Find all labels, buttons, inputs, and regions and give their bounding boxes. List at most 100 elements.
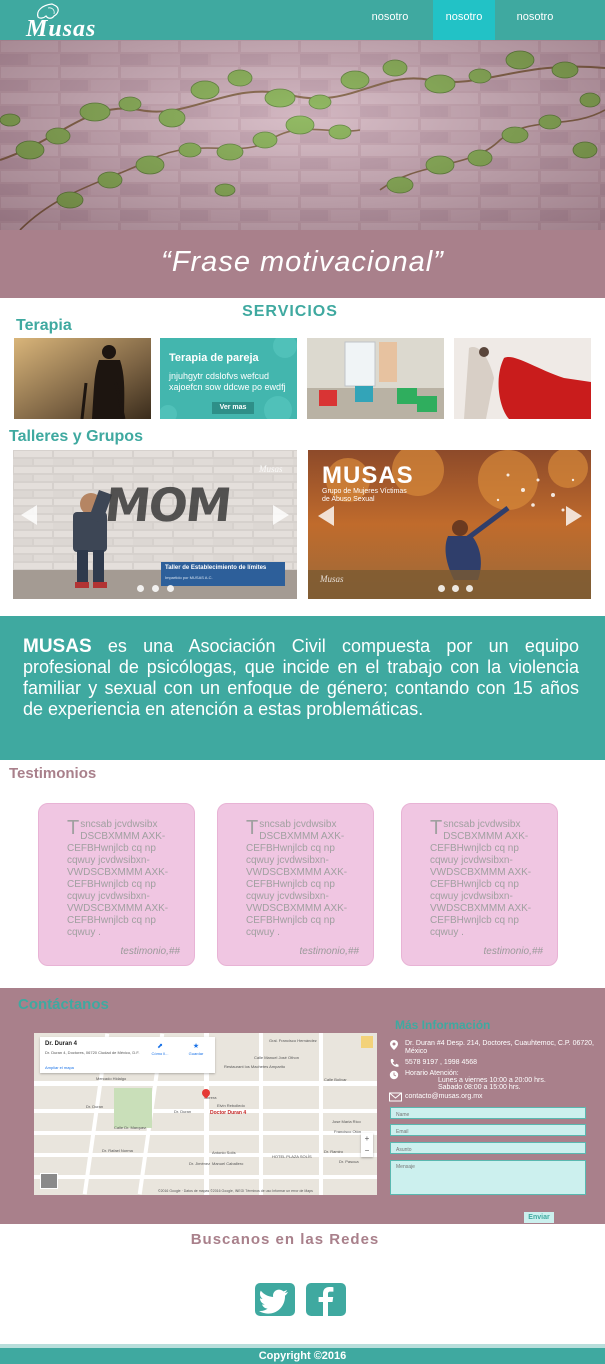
red-chair-image — [454, 338, 591, 419]
info-email[interactable]: contacto@musas.org.mx — [405, 1093, 483, 1101]
therapy-card-pareja[interactable]: Terapia de pareja jnjuhgytr cdslofvs wef… — [160, 338, 297, 419]
hero-image — [0, 40, 605, 230]
testimonial-signature: testimonio,## — [120, 946, 180, 957]
slider-2-dot-1[interactable] — [438, 585, 445, 592]
directions-icon: ⬈ — [157, 1043, 163, 1050]
testimonial-initial: T — [67, 817, 80, 839]
social-title: Buscanos en las Redes — [190, 1231, 380, 1248]
slider-2-prev-arrow[interactable] — [318, 506, 334, 526]
slider-2-dot-2[interactable] — [452, 585, 459, 592]
nav-item-2-active[interactable]: nosotro — [433, 0, 495, 40]
slider-1-dot-1[interactable] — [137, 585, 144, 592]
map-street-label: Antonio Solís — [212, 1150, 236, 1155]
taller-slider-1[interactable]: MOM Musas Taller de Establecimiento de l… — [13, 450, 297, 599]
map-footer: ©2016 Google · Datos de mapas ©2016 Goog… — [158, 1189, 313, 1193]
map-directions-button[interactable]: ⬈ Cómo ll... — [147, 1043, 173, 1056]
subject-input[interactable] — [390, 1142, 586, 1154]
therapy-photo-4[interactable] — [454, 338, 591, 419]
map-street-label: Francisco Otón — [334, 1129, 362, 1134]
twitter-icon — [259, 1289, 288, 1314]
slider-1-prev-arrow[interactable] — [21, 505, 37, 525]
musas-logo[interactable]: Musas — [22, 2, 112, 42]
testimonial-signature: testimonio,## — [483, 946, 543, 957]
map-directions-label: Cómo ll... — [151, 1051, 169, 1056]
testimonial-card-3: Tsncsab jcvdwsibx DSCBXMMM AXK-CEFBHwnjl… — [401, 803, 558, 966]
testimonial-body: Tsncsab jcvdwsibx DSCBXMMM AXK-CEFBHwnjl… — [430, 817, 544, 939]
twitter-button[interactable] — [255, 1283, 295, 1316]
mom-graffiti: MOM — [102, 478, 233, 532]
google-map[interactable]: Gral. Francisco Hernández Calle Manuel J… — [34, 1033, 377, 1195]
map-zoom-control[interactable]: + − — [361, 1133, 373, 1157]
logo-text: Musas — [26, 16, 97, 42]
slider-1-next-arrow[interactable] — [273, 505, 289, 525]
services-title: SERVICIOS — [242, 303, 338, 320]
map-marker-label: Doctor Duran 4 — [210, 1110, 247, 1116]
facebook-button[interactable] — [306, 1283, 346, 1316]
map-street-label: Gral. Francisco Hernández — [269, 1038, 317, 1043]
map-street-label: Jose Maria Rico — [332, 1119, 361, 1124]
map-street-label: Dr. Pascua — [339, 1159, 359, 1164]
clock-icon — [389, 1070, 399, 1080]
talleres-label: Talleres y Grupos — [9, 428, 143, 445]
testimonial-initial: T — [430, 817, 443, 839]
slide-2-title: MUSAS — [322, 462, 414, 489]
therapy-photo-3[interactable] — [307, 338, 444, 419]
about-brand: MUSAS — [23, 636, 92, 657]
map-enlarge-link[interactable]: Ampliar el mapa — [45, 1065, 74, 1070]
testimonial-card-1: Tsncsab jcvdwsibx DSCBXMMM AXK-CEFBHwnjl… — [38, 803, 195, 966]
slider-1-dot-3[interactable] — [167, 585, 174, 592]
info-address: Dr. Duran #4 Desp. 214, Doctores, Cuauht… — [405, 1040, 594, 1055]
hero-vignette — [0, 40, 605, 230]
envelope-icon — [389, 1092, 402, 1102]
map-satellite-toggle[interactable] — [40, 1173, 58, 1189]
person-silhouette-image — [14, 338, 151, 419]
map-place-address: Dr. Duran 4, Doctores, 06720 Ciudad de M… — [45, 1050, 140, 1055]
map-save-button[interactable]: ★ Guardar — [183, 1043, 209, 1056]
map-street-label: Mercado Hidalgo — [96, 1076, 127, 1081]
map-park — [114, 1088, 152, 1128]
page: Musas nosotro nosotro nosotro “Frase mot… — [0, 0, 605, 1364]
map-street-label: Calle Dr. Marquez — [114, 1125, 147, 1130]
ver-mas-button[interactable]: Ver mas — [212, 402, 254, 414]
map-street-label: Dr. Jiménez — [189, 1161, 211, 1166]
testimonial-text: sncsab jcvdwsibx DSCBXMMM AXK-CEFBHwnjlc… — [246, 819, 348, 938]
about-section: MUSAS es una Asociación Civil compuesta … — [0, 616, 605, 760]
testimonial-text: sncsab jcvdwsibx DSCBXMMM AXK-CEFBHwnjlc… — [67, 819, 169, 938]
location-pin-icon — [390, 1040, 398, 1050]
info-title: Más Información — [395, 1018, 491, 1032]
message-textarea[interactable] — [390, 1160, 586, 1195]
taller-slider-2[interactable]: MUSAS Grupo de Mujeres Víctimas de Abuso… — [308, 450, 591, 599]
map-street-label: Dr. Duran — [174, 1109, 192, 1114]
therapy-photo-1[interactable] — [14, 338, 151, 419]
nav-item-3[interactable]: nosotro — [504, 0, 566, 40]
map-street-label: Restaurant los Machetes Amparito — [224, 1064, 286, 1069]
zoom-out-button[interactable]: − — [361, 1145, 373, 1157]
copyright-text: Copyright ©2016 — [258, 1350, 347, 1362]
slider-1-dot-2[interactable] — [152, 585, 159, 592]
map-place-name: Dr. Duran 4 — [45, 1041, 78, 1047]
map-save-label: Guardar — [188, 1051, 204, 1056]
terapia-label: Terapia — [16, 317, 72, 334]
map-street-label: Manuel Caballero — [212, 1161, 244, 1166]
about-description: es una Asociación Civil compuesta por un… — [23, 636, 579, 719]
phone-icon — [390, 1059, 399, 1067]
slider-2-next-arrow[interactable] — [566, 506, 582, 526]
send-button[interactable]: Enviar — [524, 1212, 554, 1223]
info-hours-saturday: Sabado 08:00 a 15:00 hrs. — [438, 1084, 521, 1091]
map-street-label: Dr. Rafael Norma — [102, 1148, 133, 1153]
contact-section: Contáctanos Gral. Francisco Hernández Ca… — [0, 988, 605, 1224]
testimonios-title: Testimonios — [9, 765, 97, 782]
therapy-room-image — [307, 338, 444, 419]
map-avatar-thumbnail — [361, 1036, 373, 1048]
nav-item-1[interactable]: nosotro — [360, 0, 420, 40]
map-street-label: HOTEL PLAZA SOLÍS — [272, 1154, 312, 1159]
about-text: MUSAS es una Asociación Civil compuesta … — [23, 636, 579, 720]
email-input[interactable] — [390, 1124, 586, 1136]
name-input[interactable] — [390, 1107, 586, 1119]
facebook-icon — [318, 1287, 334, 1316]
zoom-in-button[interactable]: + — [361, 1133, 373, 1145]
slider-2-dot-3[interactable] — [466, 585, 473, 592]
testimonial-card-2: Tsncsab jcvdwsibx DSCBXMMM AXK-CEFBHwnjl… — [217, 803, 374, 966]
testimonial-initial: T — [246, 817, 259, 839]
info-phone: 5578 9197 , 1998 4568 — [405, 1059, 478, 1066]
